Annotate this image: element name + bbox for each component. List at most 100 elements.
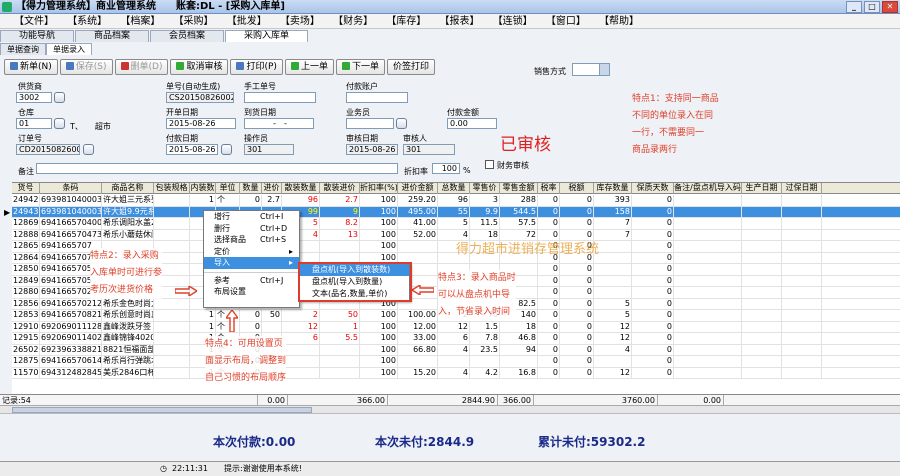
table-cell[interactable]: 6920690114020 bbox=[40, 333, 102, 344]
table-cell[interactable]: 2.7 bbox=[262, 195, 282, 206]
table-cell[interactable]: 6941665704732 bbox=[40, 229, 102, 240]
table-cell[interactable]: 12 bbox=[594, 333, 632, 344]
table-cell[interactable] bbox=[782, 218, 822, 229]
table-cell[interactable]: 希乐金色时尚太空 bbox=[102, 298, 154, 309]
menu-item-select-goods[interactable]: 选择商品 Ctrl+S bbox=[204, 234, 299, 246]
discount-field[interactable]: 100 bbox=[432, 163, 460, 174]
table-cell[interactable]: 50 bbox=[320, 310, 360, 321]
table-cell[interactable]: 0 bbox=[632, 195, 674, 206]
table-cell[interactable]: 12875 bbox=[12, 356, 40, 367]
table-cell[interactable] bbox=[742, 252, 782, 263]
table-cell[interactable]: 3 bbox=[470, 195, 500, 206]
table-cell[interactable]: 100 bbox=[360, 367, 398, 378]
table-row[interactable]: 24942 6939810400035 许大姐三元系列 1 个 0 2.7 96 2.7 100 2… bbox=[12, 195, 900, 207]
cancel-review-button[interactable]: 取消审核 bbox=[170, 59, 229, 75]
table-cell[interactable]: 0 bbox=[240, 321, 262, 332]
calendar-button[interactable] bbox=[221, 144, 232, 155]
column-header[interactable]: 进价 bbox=[262, 183, 282, 194]
scroll-thumb[interactable] bbox=[12, 407, 312, 413]
table-cell[interactable] bbox=[742, 229, 782, 240]
table-cell[interactable]: 0 bbox=[240, 310, 262, 321]
column-header[interactable]: 散装数量 bbox=[282, 183, 320, 194]
table-cell[interactable]: 0 bbox=[632, 206, 674, 217]
table-cell[interactable] bbox=[742, 275, 782, 286]
table-cell[interactable]: 33.00 bbox=[398, 333, 438, 344]
table-cell[interactable]: 50 bbox=[262, 310, 282, 321]
table-cell[interactable]: 24943 bbox=[12, 206, 40, 217]
table-cell[interactable]: 16.8 bbox=[500, 367, 538, 378]
table-cell[interactable] bbox=[154, 356, 190, 367]
table-cell[interactable]: 12915 bbox=[12, 333, 40, 344]
table-cell[interactable]: 12864 bbox=[12, 252, 40, 263]
warehouse-field[interactable]: 01 bbox=[16, 118, 52, 129]
table-row[interactable]: 2650269239633882108821恒福面部指制1个010066.804… bbox=[12, 344, 900, 356]
table-cell[interactable] bbox=[154, 218, 190, 229]
table-cell[interactable]: 0 bbox=[632, 344, 674, 355]
table-cell[interactable] bbox=[674, 367, 742, 378]
table-cell[interactable]: 6920690111283 bbox=[40, 321, 102, 332]
table-cell[interactable]: 12 bbox=[594, 367, 632, 378]
table-cell[interactable] bbox=[594, 252, 632, 263]
table-cell[interactable]: 0 bbox=[632, 321, 674, 332]
table-cell[interactable]: 12869 bbox=[12, 218, 40, 229]
table-row[interactable]: 128696941665704008希乐调阳水盖230ml 5 8.210041.0… bbox=[12, 218, 900, 230]
tab-goods[interactable]: 商品档案 bbox=[75, 30, 150, 42]
table-cell[interactable]: 12850 bbox=[12, 264, 40, 275]
table-cell[interactable] bbox=[154, 206, 190, 217]
table-cell[interactable] bbox=[154, 298, 190, 309]
table-cell[interactable]: 4.2 bbox=[470, 367, 500, 378]
table-cell[interactable]: 0 bbox=[560, 287, 594, 298]
table-cell[interactable] bbox=[154, 229, 190, 240]
table-cell[interactable]: 0 bbox=[538, 367, 560, 378]
table-cell[interactable]: 4 bbox=[438, 367, 470, 378]
table-cell[interactable]: 6 bbox=[282, 333, 320, 344]
maximize-button[interactable]: □ bbox=[864, 1, 880, 13]
table-cell[interactable]: 0 bbox=[538, 218, 560, 229]
finance-review-checkbox[interactable] bbox=[485, 160, 494, 169]
table-cell[interactable] bbox=[742, 367, 782, 378]
table-cell[interactable]: 0 bbox=[538, 356, 560, 367]
table-cell[interactable]: 1.5 bbox=[470, 321, 500, 332]
table-cell[interactable]: 0 bbox=[240, 195, 262, 206]
table-cell[interactable] bbox=[674, 229, 742, 240]
table-cell[interactable] bbox=[674, 287, 742, 298]
table-cell[interactable]: 5.5 bbox=[320, 333, 360, 344]
menu-item-reference[interactable]: 参考 Ctrl+J bbox=[204, 275, 299, 287]
table-cell[interactable]: 100 bbox=[360, 206, 398, 217]
table-cell[interactable]: 288 bbox=[500, 195, 538, 206]
table-cell[interactable] bbox=[782, 229, 822, 240]
table-cell[interactable]: 46.8 bbox=[500, 333, 538, 344]
table-cell[interactable]: 6923963388210 bbox=[40, 344, 102, 355]
table-cell[interactable]: 4 bbox=[438, 344, 470, 355]
table-cell[interactable]: 2.7 bbox=[320, 195, 360, 206]
table-cell[interactable]: 9.9 bbox=[470, 206, 500, 217]
table-cell[interactable]: 6941665702127 bbox=[40, 298, 102, 309]
table-cell[interactable]: 11.5 bbox=[470, 218, 500, 229]
table-cell[interactable] bbox=[674, 298, 742, 309]
table-cell[interactable]: 0 bbox=[538, 287, 560, 298]
menu-purchase[interactable]: 【采购】 bbox=[174, 16, 214, 27]
table-cell[interactable] bbox=[742, 206, 782, 217]
pay-date-field[interactable]: 2015-08-26 bbox=[166, 144, 218, 155]
table-cell[interactable]: 1 bbox=[190, 321, 216, 332]
menu-window[interactable]: 【窗口】 bbox=[546, 16, 586, 27]
horizontal-scrollbar[interactable] bbox=[0, 406, 900, 414]
table-cell[interactable]: 8821恒福面部指制 bbox=[102, 344, 154, 355]
table-cell[interactable] bbox=[742, 344, 782, 355]
table-cell[interactable] bbox=[320, 356, 360, 367]
menu-item-import[interactable]: 导入 ▸ bbox=[204, 257, 299, 269]
table-cell[interactable] bbox=[154, 321, 190, 332]
table-cell[interactable]: 12853 bbox=[12, 310, 40, 321]
table-cell[interactable] bbox=[594, 241, 632, 252]
next-button[interactable]: 下一单 bbox=[335, 59, 385, 75]
table-cell[interactable]: 12 bbox=[438, 321, 470, 332]
column-header[interactable]: 进价金额 bbox=[398, 183, 438, 194]
tab-bill-query[interactable]: 单据查询 bbox=[0, 43, 46, 55]
manual-no-field[interactable] bbox=[244, 92, 316, 103]
table-cell[interactable] bbox=[674, 275, 742, 286]
table-cell[interactable] bbox=[470, 356, 500, 367]
tab-function-nav[interactable]: 功能导航 bbox=[0, 30, 75, 42]
table-cell[interactable]: 6941665706149 bbox=[40, 356, 102, 367]
table-cell[interactable]: 5 bbox=[438, 218, 470, 229]
table-cell[interactable]: 24942 bbox=[12, 195, 40, 206]
